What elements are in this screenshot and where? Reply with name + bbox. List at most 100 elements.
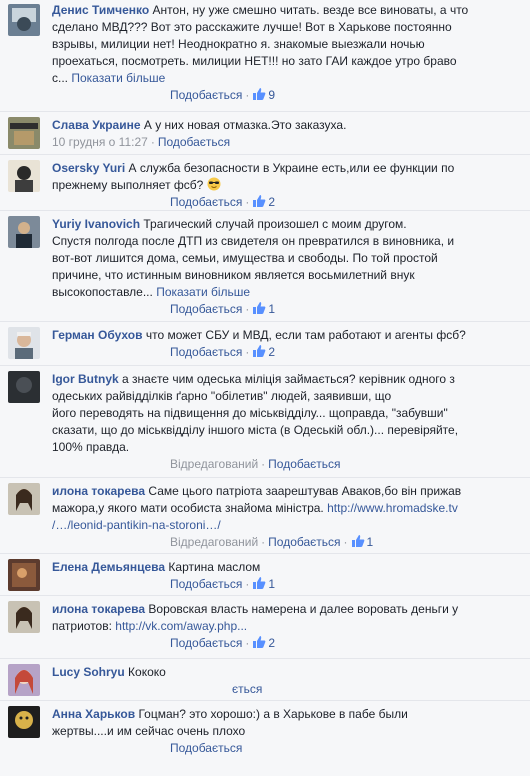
avatar[interactable] (8, 4, 40, 36)
comment-text: Гоцман? это хорошо:) а в Харькове в пабе… (138, 707, 408, 721)
comment: Герман Обухов что может СБУ и МВД, если … (0, 322, 530, 366)
separator: · (245, 302, 250, 316)
comment-author[interactable]: Герман Обухов (52, 328, 143, 342)
comment-text: А у них новая отмазка.Это заказуха. (143, 118, 347, 132)
like-button[interactable]: Подобається (170, 88, 242, 102)
thumbs-up-icon (253, 636, 266, 648)
thumbs-up-icon (351, 535, 364, 547)
like-button[interactable]: ється (232, 682, 262, 696)
comment: Osersky Yuri А служба безопасности в Укр… (0, 155, 530, 211)
like-count[interactable]: 2 (252, 636, 275, 650)
like-count[interactable]: 1 (252, 302, 275, 316)
comment-list: Денис Тимченко Антон, ну уже смешно чита… (0, 0, 530, 761)
separator: · (343, 535, 348, 549)
like-button[interactable]: Подобається (170, 741, 242, 755)
comment-text: 100% правда. (52, 440, 130, 454)
comment-author[interactable]: Денис Тимченко (52, 3, 149, 17)
comment-text: высокопоставле... (52, 285, 153, 299)
comment-text: одеських райвідділків ґарно "обілетив" л… (52, 389, 392, 403)
like-button[interactable]: Подобається (170, 636, 242, 650)
url-link[interactable]: http://www.hromadske.tv (327, 501, 458, 515)
avatar[interactable] (8, 706, 40, 738)
thumbs-up-icon (253, 195, 266, 207)
comment-text: жертвы....и им сейчас очень плохо (52, 724, 246, 738)
comment: Igor Butnyk а знаєте чим одеська міліція… (0, 366, 530, 478)
comment: Yuriy Ivanovich Трагический случай произ… (0, 211, 530, 322)
separator: · (245, 636, 250, 650)
comment-text: прежнему выполняет фсб? (52, 178, 204, 192)
comment-text: патриотов: (52, 619, 112, 633)
separator: · (261, 457, 266, 471)
comment-text: сделано МВД??? Вот это расскажите лучше!… (52, 20, 452, 34)
like-button[interactable]: Подобається (170, 345, 242, 359)
comment-text: что может СБУ и МВД, если там работают и… (145, 328, 466, 342)
avatar[interactable] (8, 160, 40, 192)
like-button[interactable]: Подобається (268, 457, 340, 471)
like-count[interactable]: 1 (252, 577, 275, 591)
comment-text: його переводять на підвищення до міськві… (52, 406, 448, 420)
show-more-link[interactable]: Показати більше (156, 285, 250, 299)
avatar[interactable] (8, 559, 40, 591)
comment: Анна Харьков Гоцман? это хорошо:) а в Ха… (0, 701, 530, 761)
timestamp[interactable]: 10 грудня о 11:27 (52, 135, 148, 149)
comment-text: проехаться, посмотреть. милиции НЕТ!!! н… (52, 54, 457, 68)
like-count[interactable]: 2 (252, 195, 275, 209)
like-button[interactable]: Подобається (170, 195, 242, 209)
comment-author[interactable]: илона токарева (52, 484, 145, 498)
comment: Слава Украине А у них новая отмазка.Это … (0, 112, 530, 155)
like-button[interactable]: Подобається (170, 302, 242, 316)
comment-author[interactable]: Lucy Sohryu (52, 665, 125, 679)
separator: · (150, 135, 155, 149)
comment-text: Кококо (128, 665, 166, 679)
comment-text: взрывы, милиции нет! Неоднократно я. зна… (52, 37, 425, 51)
avatar[interactable] (8, 371, 40, 403)
comment-author[interactable]: Yuriy Ivanovich (52, 217, 140, 231)
url-link[interactable]: http://vk.com/away.php... (115, 619, 247, 633)
avatar[interactable] (8, 664, 40, 696)
separator: · (261, 535, 266, 549)
comment-author[interactable]: Igor Butnyk (52, 372, 119, 386)
edited-label[interactable]: Відредагований (170, 457, 258, 471)
comment: Денис Тимченко Антон, ну уже смешно чита… (0, 0, 530, 112)
comment-text: сказати, що до міськвідділу іншого міста… (52, 423, 459, 437)
comment-text: Трагический случай произошел с моим друг… (143, 217, 407, 231)
thumbs-up-icon (253, 302, 266, 314)
like-button[interactable]: Подобається (158, 135, 230, 149)
url-link[interactable]: /…/leonid-pantikin-na-storoni…/ (52, 518, 221, 532)
comment-text: Картина маслом (168, 560, 261, 574)
comment-text: причине, что истинным виновником являетс… (52, 268, 415, 282)
comment: Lucy Sohryu Кококо ється (0, 659, 530, 701)
comment-text: с... (52, 71, 69, 85)
comment: илона токарева Саме цього патріота зааре… (0, 478, 530, 554)
avatar[interactable] (8, 483, 40, 515)
show-more-link[interactable]: Показати більше (71, 71, 165, 85)
edited-label[interactable]: Відредагований (170, 535, 258, 549)
separator: · (245, 577, 250, 591)
like-count[interactable]: 2 (252, 345, 275, 359)
like-button[interactable]: Подобається (268, 535, 340, 549)
thumbs-up-icon (253, 88, 266, 100)
comment-author[interactable]: Елена Демьянцева (52, 560, 165, 574)
avatar[interactable] (8, 216, 40, 248)
comment: илона токарева Воровская власть намерена… (0, 596, 530, 659)
comment-text: мажора,у якого мати особиста знайома мін… (52, 501, 324, 515)
comment-text: Саме цього патріота заарештував Аваков,б… (148, 484, 462, 498)
comment-author[interactable]: Слава Украине (52, 118, 141, 132)
comment-author[interactable]: илона токарева (52, 602, 145, 616)
avatar[interactable] (8, 327, 40, 359)
like-count[interactable]: 9 (252, 88, 275, 102)
thumbs-up-icon (253, 577, 266, 589)
comment-author[interactable]: Анна Харьков (52, 707, 135, 721)
like-count[interactable]: 1 (351, 535, 373, 549)
thumbs-up-icon (253, 345, 266, 357)
sunglasses-emoji-icon (207, 177, 221, 191)
like-button[interactable]: Подобається (170, 577, 242, 591)
separator: · (245, 195, 250, 209)
comment-author[interactable]: Osersky Yuri (52, 161, 125, 175)
comment: Елена Демьянцева Картина маслом Подобаєт… (0, 554, 530, 596)
comment-text: вот-вот лишится дома, семьи, имущества и… (52, 251, 438, 265)
comment-text: А служба безопасности в Украине есть,или… (128, 161, 455, 175)
comment-text: а знаєте чим одеська міліція займається?… (122, 372, 455, 386)
avatar[interactable] (8, 601, 40, 633)
avatar[interactable] (8, 117, 40, 149)
